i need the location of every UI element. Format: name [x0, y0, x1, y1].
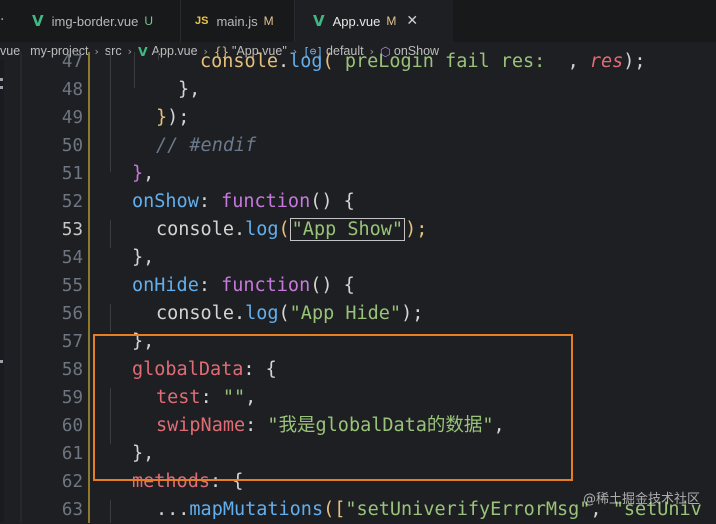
tab-img-border-vue[interactable]: V img-border.vue U [12, 0, 200, 42]
line-number: 61 [61, 444, 83, 464]
code-text: methods: { [132, 471, 244, 492]
line-number: 59 [61, 388, 83, 408]
line-number: 54 [61, 248, 83, 268]
code-editor[interactable]: 47 console.log( preLogin fail res: , res… [0, 51, 716, 523]
code-text: test: "", [156, 387, 257, 408]
line-number: 56 [61, 304, 83, 324]
code-line: 56 console.log("App Hide"); [0, 300, 716, 328]
line-number: 48 [61, 80, 83, 100]
code-text: globalData: { [132, 359, 277, 380]
code-text: swipName: "我是globalData的数据", [156, 415, 505, 436]
code-text: console.log("App Show"); [156, 218, 428, 241]
code-text: onHide: function() { [132, 275, 355, 296]
code-line: 58 globalData: { [0, 356, 716, 384]
code-line: 60 swipName: "我是globalData的数据", [0, 412, 716, 440]
selected-string: "App Show" [289, 218, 406, 241]
code-line: 49 }); [0, 104, 716, 132]
code-line: 50 // #endif [0, 132, 716, 160]
code-text: }, [178, 79, 201, 100]
line-number: 63 [61, 500, 83, 520]
tab-label: main.js [216, 13, 258, 29]
code-line-active: 53 console.log("App Show"); [0, 216, 716, 244]
code-line: 55 onHide: function() { [0, 272, 716, 300]
code-line: 51 }, [0, 160, 716, 188]
code-line: 48 }, [0, 76, 716, 104]
code-text: }, [132, 443, 155, 464]
vue-icon: V [313, 12, 325, 30]
line-number: 53 [61, 220, 83, 240]
code-text: console.log( preLogin fail res: , res); [200, 51, 646, 72]
vue-icon: V [32, 12, 44, 30]
code-text: console.log("App Hide"); [156, 303, 424, 324]
tab-status-badge: M [386, 14, 397, 28]
watermark: @稀土掘金技术社区 [582, 492, 700, 507]
close-icon[interactable]: ✕ [406, 13, 418, 29]
code-line: 61 }, [0, 440, 716, 468]
code-line: 59 test: "", [0, 384, 716, 412]
code-line: 52 onShow: function() { [0, 188, 716, 216]
tab-overflow-icon[interactable]: · [0, 12, 4, 28]
code-comment: // #endif [156, 135, 257, 156]
tab-label: App.vue [332, 13, 381, 29]
tab-status-badge: M [263, 14, 274, 28]
line-number: 47 [61, 52, 83, 72]
line-number: 50 [61, 136, 83, 156]
code-line: 57 }, [0, 328, 716, 356]
line-number: 49 [61, 108, 83, 128]
tab-app-vue[interactable]: V App.vue M ✕ [295, 0, 453, 42]
js-icon: JS [195, 15, 209, 27]
code-text: }, [132, 331, 155, 352]
line-number: 62 [61, 472, 83, 492]
tab-main-js[interactable]: JS main.js M [181, 0, 308, 42]
code-text: onShow: function() { [132, 191, 355, 212]
tab-label: img-border.vue [51, 13, 139, 29]
line-number: 60 [61, 416, 83, 436]
line-number: 51 [61, 164, 83, 184]
code-text: }, [132, 163, 155, 184]
line-number: 55 [61, 276, 83, 296]
tab-status-badge: U [144, 14, 153, 28]
line-number: 58 [61, 360, 83, 380]
code-text: }); [156, 107, 190, 128]
code-line: 54 }, [0, 244, 716, 272]
line-number: 52 [61, 192, 83, 212]
line-number: 57 [61, 332, 83, 352]
code-text: }, [132, 247, 155, 268]
editor-tab-bar: · V img-border.vue U JS main.js M V App.… [0, 0, 716, 42]
